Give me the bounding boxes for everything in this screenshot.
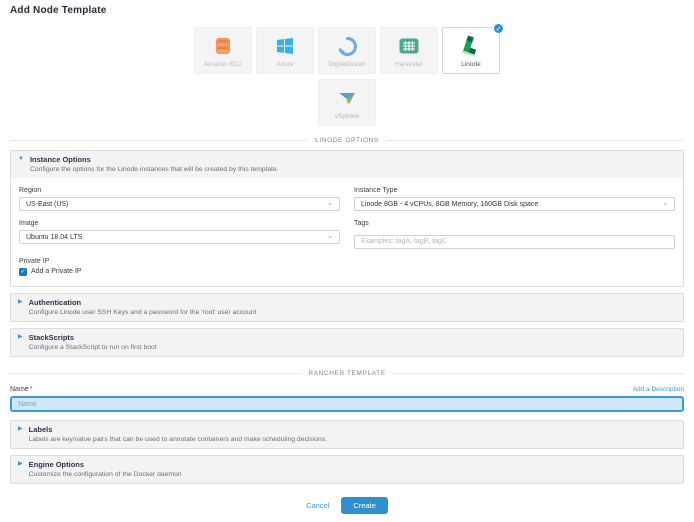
- private-ip-field-group: Private IP ✓ Add a Private IP: [19, 258, 675, 276]
- tags-label: Tags: [354, 220, 675, 227]
- region-select[interactable]: US-East (US) ⌄: [19, 197, 340, 211]
- engine-options-header[interactable]: ▶ Engine Options Customize the configura…: [11, 456, 683, 483]
- labels-title: Labels: [29, 425, 328, 434]
- tags-input[interactable]: [354, 235, 675, 249]
- provider-tile-label: Azure: [277, 61, 294, 68]
- selected-check-icon: ✓: [493, 23, 504, 34]
- authentication-title: Authentication: [29, 298, 257, 307]
- labels-accordion: ▶ Labels Labels are key/value pairs that…: [10, 420, 684, 449]
- region-field-group: Region US-East (US) ⌄: [19, 187, 340, 211]
- cancel-button[interactable]: Cancel: [306, 501, 329, 510]
- chevron-right-icon: ▶: [18, 460, 23, 469]
- add-node-template-dialog: Add Node Template Amazon EC2: [0, 0, 694, 522]
- stackscripts-header[interactable]: ▶ StackScripts Configure a StackScript t…: [11, 329, 683, 356]
- authentication-accordion: ▶ Authentication Configure Linode user S…: [10, 293, 684, 322]
- harvester-icon: [399, 33, 419, 59]
- rancher-template-section-title: Rancher Template: [308, 370, 385, 377]
- chevron-down-icon: ⌄: [662, 201, 668, 207]
- instance-options-body: Region US-East (US) ⌄ Instance Type Lino…: [11, 178, 683, 286]
- labels-header[interactable]: ▶ Labels Labels are key/value pairs that…: [11, 421, 683, 448]
- instance-options-title: Instance Options: [30, 155, 279, 164]
- region-label: Region: [19, 187, 340, 194]
- chevron-down-icon: ⌄: [327, 234, 333, 240]
- chevron-right-icon: ▶: [18, 298, 23, 307]
- instance-options-header[interactable]: ▼ Instance Options Configure the options…: [11, 151, 683, 178]
- footer-actions: Cancel Create: [10, 497, 684, 514]
- instance-options-subtitle: Configure the options for the Linode ins…: [30, 165, 279, 174]
- provider-tiles-row-1: Amazon EC2 Azure DigitalOcean: [10, 27, 684, 74]
- provider-tile-amazon-ec2[interactable]: Amazon EC2: [194, 27, 252, 74]
- labels-subtitle: Labels are key/value pairs that can be u…: [29, 435, 328, 444]
- engine-options-accordion: ▶ Engine Options Customize the configura…: [10, 455, 684, 484]
- image-field-group: Image Ubuntu 18.04 LTS ⌄: [19, 220, 340, 249]
- rancher-template-separator: Rancher Template: [10, 370, 684, 377]
- linode-icon: [460, 33, 482, 59]
- instance-type-field-group: Instance Type Linode 8GB - 4 vCPUs, 8GB …: [354, 187, 675, 211]
- azure-icon: [276, 33, 294, 59]
- vsphere-icon: [336, 85, 358, 111]
- provider-tile-label: DigitalOcean: [328, 61, 365, 68]
- provider-tile-label: Linode: [461, 61, 481, 68]
- provider-tile-digitalocean[interactable]: DigitalOcean: [318, 27, 376, 74]
- private-ip-checkbox-row[interactable]: ✓ Add a Private IP: [19, 268, 675, 276]
- stackscripts-title: StackScripts: [29, 333, 157, 342]
- linode-options-separator: Linode Options: [10, 137, 684, 144]
- chevron-right-icon: ▶: [18, 425, 23, 434]
- provider-tile-harvester[interactable]: Harvester: [380, 27, 438, 74]
- chevron-down-icon: ⌄: [327, 201, 333, 207]
- provider-tile-label: Harvester: [395, 61, 423, 68]
- create-button[interactable]: Create: [341, 497, 388, 514]
- name-label: Name*: [10, 386, 32, 393]
- provider-tile-label: vSphere: [335, 113, 359, 120]
- engine-options-subtitle: Customize the configuration of the Docke…: [29, 470, 182, 479]
- tags-field-group: Tags: [354, 220, 675, 249]
- authentication-header[interactable]: ▶ Authentication Configure Linode user S…: [11, 294, 683, 321]
- required-asterisk: *: [30, 386, 33, 393]
- chevron-right-icon: ▶: [18, 333, 23, 342]
- image-select[interactable]: Ubuntu 18.04 LTS ⌄: [19, 230, 340, 244]
- private-ip-label: Private IP: [19, 258, 675, 265]
- provider-tile-azure[interactable]: Azure: [256, 27, 314, 74]
- instance-type-select[interactable]: Linode 8GB - 4 vCPUs, 8GB Memory, 160GB …: [354, 197, 675, 211]
- provider-tile-vsphere[interactable]: vSphere: [318, 79, 376, 126]
- instance-type-value: Linode 8GB - 4 vCPUs, 8GB Memory, 160GB …: [361, 201, 538, 208]
- provider-tile-label: Amazon EC2: [204, 61, 242, 68]
- image-label: Image: [19, 220, 340, 227]
- chevron-down-icon: ▼: [18, 155, 24, 164]
- private-ip-checkbox[interactable]: ✓: [19, 268, 27, 276]
- region-value: US-East (US): [26, 201, 68, 208]
- linode-options-section-title: Linode Options: [315, 137, 379, 144]
- page-title: Add Node Template: [10, 5, 684, 16]
- provider-tiles-row-2: vSphere: [10, 79, 684, 126]
- stackscripts-accordion: ▶ StackScripts Configure a StackScript t…: [10, 328, 684, 357]
- authentication-subtitle: Configure Linode user SSH Keys and a pas…: [29, 308, 257, 317]
- name-input[interactable]: [10, 396, 684, 412]
- add-description-link[interactable]: Add a Description: [633, 386, 684, 393]
- engine-options-title: Engine Options: [29, 460, 182, 469]
- name-row: Name* Add a Description: [10, 386, 684, 393]
- instance-options-accordion: ▼ Instance Options Configure the options…: [10, 150, 684, 287]
- digitalocean-icon: [338, 33, 357, 59]
- private-ip-checkbox-label: Add a Private IP: [31, 268, 82, 275]
- image-value: Ubuntu 18.04 LTS: [26, 234, 82, 241]
- instance-type-label: Instance Type: [354, 187, 675, 194]
- provider-tile-linode[interactable]: ✓ Linode: [442, 27, 500, 74]
- stackscripts-subtitle: Configure a StackScript to run on first …: [29, 343, 157, 352]
- amazon-ec2-icon: [214, 33, 232, 59]
